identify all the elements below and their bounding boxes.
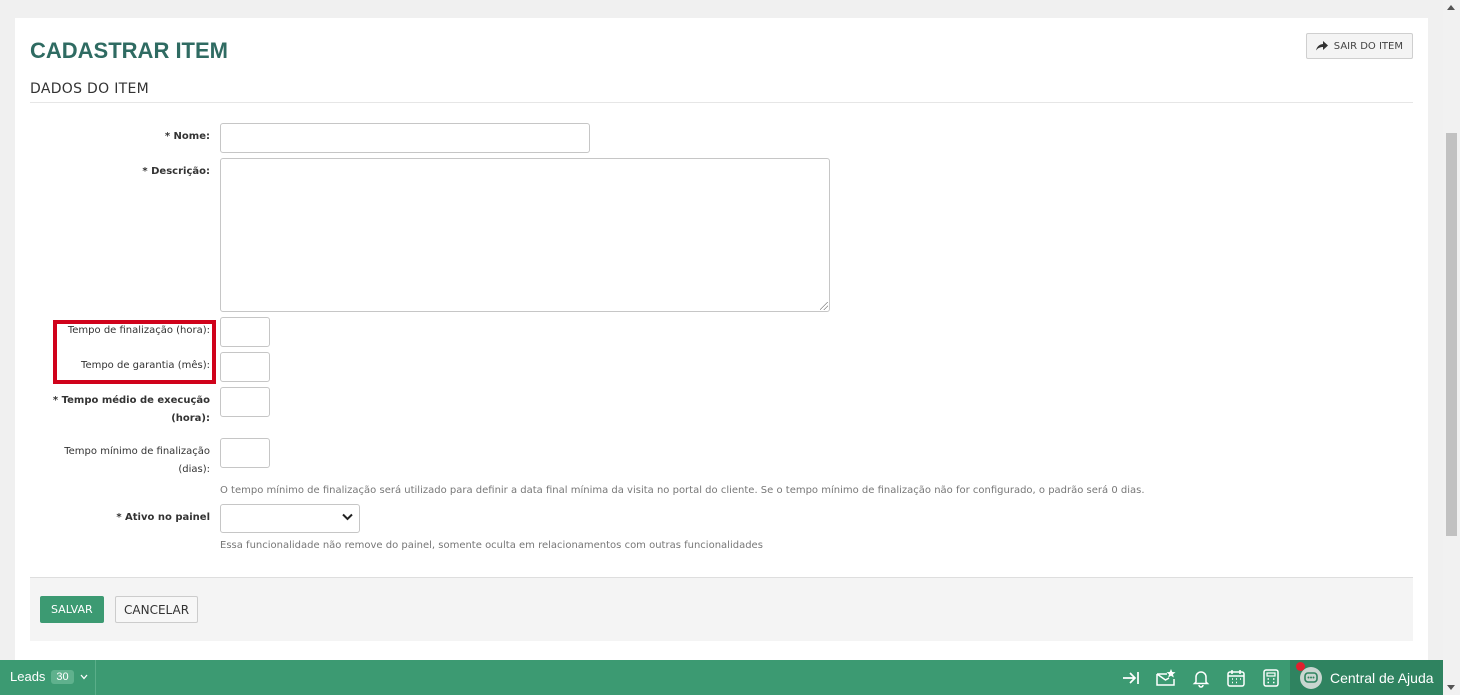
descricao-label: * Descrição: (142, 166, 210, 177)
tempo-minimo-label-line2: (dias): (178, 464, 210, 475)
calculator-icon[interactable] (1261, 668, 1281, 688)
calendar-icon[interactable] (1226, 668, 1246, 688)
form-actions: SALVAR CANCELAR (30, 577, 1413, 641)
bell-icon[interactable] (1191, 668, 1211, 688)
notification-dot (1296, 661, 1305, 671)
nome-label: * Nome: (164, 131, 210, 142)
scroll-thumb[interactable] (1446, 133, 1457, 536)
section-divider (30, 102, 1413, 103)
exit-to-end-icon[interactable] (1121, 668, 1141, 688)
resize-handle-icon[interactable] (820, 302, 828, 310)
tempo-medio-label-line1: * Tempo médio de execução (52, 395, 210, 406)
help-center-label: Central de Ajuda (1330, 669, 1434, 686)
section-title: DADOS DO ITEM (30, 81, 150, 97)
ativo-painel-label: * Ativo no painel (116, 512, 210, 523)
tempo-medio-label-line2: (hora): (171, 413, 210, 424)
scroll-up-arrow-icon[interactable] (1447, 5, 1455, 10)
leads-toggle[interactable]: Leads 30 (10, 669, 88, 684)
help-center-button[interactable]: Central de Ajuda (1290, 660, 1443, 695)
share-arrow-icon (1315, 41, 1328, 51)
tempo-minimo-hint: O tempo mínimo de finalização será utili… (220, 485, 1145, 496)
tempo-medio-input[interactable] (220, 387, 270, 417)
bottom-bar-divider (95, 660, 96, 695)
highlight-box (53, 320, 216, 384)
leads-label: Leads (10, 669, 46, 684)
scroll-down-arrow-icon[interactable] (1447, 685, 1455, 690)
tempo-garantia-input[interactable] (220, 352, 270, 382)
descricao-textarea[interactable] (220, 158, 830, 312)
page-title: CADASTRAR ITEM (30, 38, 228, 63)
nome-input[interactable] (220, 123, 590, 153)
tempo-minimo-label-line1: Tempo mínimo de finalização (64, 446, 210, 457)
bottom-bar: Leads 30 Central de Ajuda (0, 660, 1443, 695)
tempo-medio-label: * Tempo médio de execução (hora): (30, 392, 210, 428)
mail-star-icon[interactable] (1156, 668, 1176, 688)
main-panel: CADASTRAR ITEM SAIR DO ITEM DADOS DO ITE… (15, 18, 1428, 660)
tempo-minimo-label: Tempo mínimo de finalização (dias): (30, 443, 210, 479)
save-button[interactable]: SALVAR (40, 596, 104, 623)
tempo-minimo-input[interactable] (220, 438, 270, 468)
chat-icon (1296, 661, 1322, 689)
exit-item-button[interactable]: SAIR DO ITEM (1305, 33, 1413, 59)
ativo-painel-select[interactable] (220, 504, 360, 533)
tempo-finalizacao-input[interactable] (220, 317, 270, 347)
cancel-button[interactable]: CANCELAR (115, 596, 199, 623)
ativo-painel-hint: Essa funcionalidade não remove do painel… (220, 540, 763, 551)
chevron-down-icon (80, 674, 88, 679)
page-scrollbar[interactable] (1443, 0, 1460, 695)
chevron-down-icon (342, 513, 353, 521)
leads-count-badge: 30 (51, 669, 74, 684)
exit-item-label: SAIR DO ITEM (1333, 40, 1403, 52)
